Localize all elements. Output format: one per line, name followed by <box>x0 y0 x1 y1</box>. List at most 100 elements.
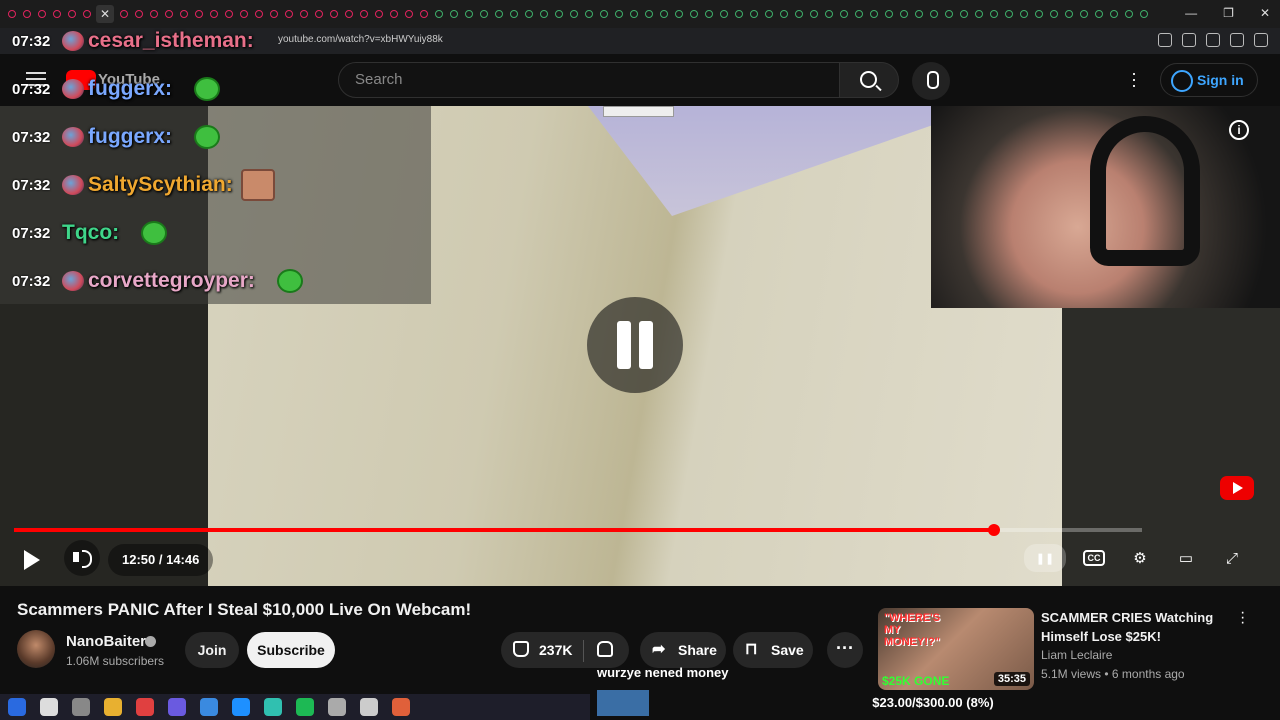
tab-favicon-icon[interactable] <box>1016 8 1031 20</box>
tab-favicon-icon[interactable] <box>656 8 671 20</box>
tab-favicon-icon[interactable] <box>161 8 176 20</box>
like-count[interactable]: 237K <box>539 642 572 658</box>
close-window-icon[interactable]: ✕ <box>1260 6 1270 20</box>
tab-favicon-icon[interactable] <box>836 8 851 20</box>
tab-favicon-icon[interactable] <box>416 8 431 20</box>
tab-favicon-icon[interactable] <box>941 8 956 20</box>
tab-favicon-icon[interactable] <box>476 8 491 20</box>
tab-favicon-icon[interactable] <box>866 8 881 20</box>
tab-favicon-icon[interactable] <box>1136 8 1151 20</box>
tab-favicon-icon[interactable] <box>971 8 986 20</box>
taskbar-app-icon[interactable] <box>40 698 58 716</box>
taskbar-app-icon[interactable] <box>392 698 410 716</box>
tab-favicon-icon[interactable] <box>536 8 551 20</box>
channel-name[interactable]: NanoBaiter <box>66 633 146 650</box>
tab-favicon-icon[interactable] <box>326 8 341 20</box>
tab-favicon-icon[interactable] <box>491 8 506 20</box>
channel-avatar[interactable] <box>17 630 55 668</box>
tab-favicon-icon[interactable] <box>626 8 641 20</box>
bookmark-icon[interactable] <box>1206 33 1220 47</box>
tab-favicon-icon[interactable] <box>821 8 836 20</box>
tab-favicon-icon[interactable] <box>266 8 281 20</box>
theater-mode-icon[interactable]: ▭ <box>1168 540 1204 576</box>
dislike-icon[interactable] <box>597 641 613 657</box>
tab-favicon-icon[interactable] <box>581 8 596 20</box>
tab-favicon-icon[interactable] <box>551 8 566 20</box>
tab-favicon-icon[interactable] <box>49 8 64 20</box>
more-actions-icon[interactable]: ··· <box>827 632 863 668</box>
tab-favicon-icon[interactable] <box>446 8 461 20</box>
taskbar-app-icon[interactable] <box>8 698 26 716</box>
taskbar-app-icon[interactable] <box>104 698 122 716</box>
tab-favicon-icon[interactable] <box>236 8 251 20</box>
tab-favicon-icon[interactable] <box>401 8 416 20</box>
settings-gear-icon[interactable]: ⚙ <box>1122 540 1158 576</box>
tab-favicon-icon[interactable] <box>386 8 401 20</box>
share-button[interactable]: ➦ Share <box>640 632 726 668</box>
join-button[interactable]: Join <box>185 632 239 668</box>
taskbar-app-icon[interactable] <box>232 698 250 716</box>
tab-favicon-icon[interactable] <box>371 8 386 20</box>
tab-favicon-icon[interactable] <box>221 8 236 20</box>
search-icon[interactable] <box>839 62 899 98</box>
taskbar-app-icon[interactable] <box>72 698 90 716</box>
tab-favicon-icon[interactable] <box>34 8 49 20</box>
tab-favicon-icon[interactable] <box>686 8 701 20</box>
play-icon[interactable] <box>24 550 40 570</box>
close-tab-icon[interactable]: ✕ <box>96 5 114 23</box>
tab-favicons[interactable] <box>4 8 1151 20</box>
tab-favicon-icon[interactable] <box>251 8 266 20</box>
tab-favicon-icon[interactable] <box>701 8 716 20</box>
tab-favicon-icon[interactable] <box>131 8 146 20</box>
tab-favicon-icon[interactable] <box>461 8 476 20</box>
youtube-watermark-icon[interactable] <box>1220 476 1254 500</box>
tab-favicon-icon[interactable] <box>176 8 191 20</box>
search-input[interactable]: Search <box>338 62 840 98</box>
progress-bar[interactable] <box>14 524 1142 536</box>
tab-favicon-icon[interactable] <box>746 8 761 20</box>
tab-favicon-icon[interactable] <box>851 8 866 20</box>
tab-favicon-icon[interactable] <box>986 8 1001 20</box>
tab-favicon-icon[interactable] <box>926 8 941 20</box>
tab-favicon-icon[interactable] <box>64 8 79 20</box>
fullscreen-icon[interactable]: ⤢ <box>1214 540 1250 576</box>
taskbar-app-icon[interactable] <box>168 698 186 716</box>
like-icon[interactable] <box>513 641 529 657</box>
recommended-kebab-icon[interactable]: · · · <box>1240 605 1250 631</box>
menu-icon[interactable] <box>1254 33 1268 47</box>
tab-favicon-icon[interactable] <box>731 8 746 20</box>
tab-favicon-icon[interactable] <box>1121 8 1136 20</box>
volume-icon[interactable] <box>64 540 100 576</box>
tab-favicon-icon[interactable] <box>1061 8 1076 20</box>
save-button[interactable]: ⊓ Save <box>733 632 813 668</box>
taskbar-app-icon[interactable] <box>200 698 218 716</box>
tab-favicon-icon[interactable] <box>116 8 131 20</box>
restore-icon[interactable]: ❐ <box>1223 6 1234 20</box>
tab-favicon-icon[interactable] <box>776 8 791 20</box>
tab-favicon-icon[interactable] <box>641 8 656 20</box>
reader-icon[interactable] <box>1182 33 1196 47</box>
tab-favicon-icon[interactable] <box>1091 8 1106 20</box>
minimize-icon[interactable]: — <box>1185 6 1197 20</box>
settings-kebab-icon[interactable]: · · · <box>1126 64 1142 94</box>
tab-favicon-icon[interactable] <box>1076 8 1091 20</box>
tab-favicon-icon[interactable] <box>296 8 311 20</box>
info-icon[interactable]: i <box>1229 120 1249 140</box>
recommended-channel[interactable]: Liam Leclaire <box>1041 648 1112 662</box>
tab-favicon-icon[interactable] <box>79 8 94 20</box>
pause-icon[interactable] <box>587 297 683 393</box>
recommended-title[interactable]: SCAMMER CRIES Watching Himself Lose $25K… <box>1041 608 1231 646</box>
tab-favicon-icon[interactable] <box>191 8 206 20</box>
autoplay-toggle-icon[interactable]: ❚❚ <box>1024 544 1066 572</box>
microphone-icon[interactable] <box>912 62 950 100</box>
tab-favicon-icon[interactable] <box>206 8 221 20</box>
tab-favicon-icon[interactable] <box>566 8 581 20</box>
tab-favicon-icon[interactable] <box>1001 8 1016 20</box>
url-text[interactable]: youtube.com/watch?v=xbHWYuiy88k <box>278 34 443 45</box>
tab-favicon-icon[interactable] <box>146 8 161 20</box>
tab-favicon-icon[interactable] <box>281 8 296 20</box>
tab-favicon-icon[interactable] <box>4 8 19 20</box>
sign-in-button[interactable]: Sign in <box>1160 63 1258 97</box>
subscribe-button[interactable]: Subscribe <box>247 632 335 668</box>
tab-favicon-icon[interactable] <box>1106 8 1121 20</box>
